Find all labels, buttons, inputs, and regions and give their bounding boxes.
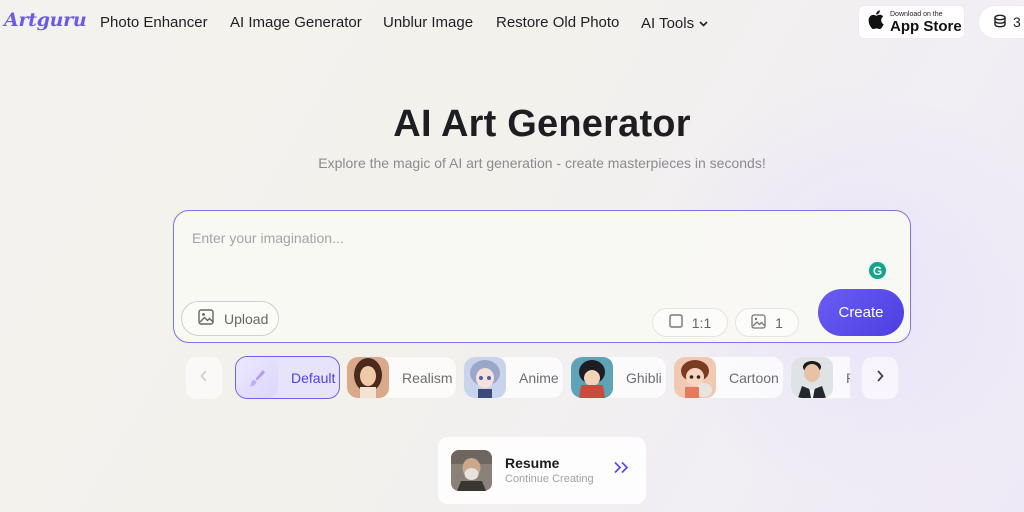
prompt-input[interactable] (192, 226, 852, 250)
realism-thumbnail (347, 357, 389, 398)
style-anime[interactable]: Anime (463, 356, 564, 399)
nav-photo-enhancer[interactable]: Photo Enhancer (100, 14, 208, 31)
resume-title: Resume (505, 455, 560, 471)
app-store-button[interactable]: Download on the App Store (858, 5, 965, 39)
style-label: Cartoon (729, 369, 779, 386)
nav-ai-image-generator[interactable]: AI Image Generator (230, 14, 362, 31)
page-title: AI Art Generator (393, 103, 691, 145)
credits-badge[interactable]: 3 (978, 5, 1024, 39)
prompt-box: G Upload 1:1 1 Create (173, 210, 911, 343)
style-cartoon[interactable]: Cartoon (673, 356, 784, 399)
cartoon-thumbnail (674, 357, 716, 398)
nav-restore-old-photo[interactable]: Restore Old Photo (496, 14, 619, 31)
style-label: Ghibli (626, 369, 662, 386)
create-button[interactable]: Create (818, 289, 904, 336)
coins-icon (993, 14, 1007, 31)
upload-button[interactable]: Upload (181, 301, 279, 336)
styles-next-button[interactable] (862, 357, 898, 399)
style-realism[interactable]: Realism (346, 356, 457, 399)
aspect-ratio-label: 1:1 (691, 314, 712, 331)
square-ratio-icon (669, 314, 683, 331)
resume-thumbnail (451, 450, 492, 491)
chevron-down-icon (699, 14, 708, 31)
nav-unblur-image[interactable]: Unblur Image (383, 14, 473, 31)
image-count-label: 1 (775, 314, 783, 331)
image-count-icon (751, 313, 766, 332)
style-label: Default (291, 369, 336, 386)
anime-thumbnail (464, 357, 506, 398)
style-label: Realism (402, 369, 453, 386)
style-professional[interactable]: P (790, 356, 850, 399)
style-label: P (846, 370, 850, 386)
brush-icon (236, 357, 278, 398)
grammarly-icon[interactable]: G (867, 260, 888, 281)
style-ghibli[interactable]: Ghibli (570, 356, 667, 399)
nav-ai-tools-label: AI Tools (641, 15, 695, 32)
apple-icon (868, 10, 884, 34)
upload-label: Upload (224, 310, 269, 327)
styles-prev-button[interactable] (186, 357, 222, 399)
resume-subtitle: Continue Creating (505, 473, 594, 485)
style-selector: Default Realism Anime Ghibli Cartoon P (234, 356, 850, 400)
credits-count: 3 (1013, 14, 1021, 30)
chevron-left-icon (200, 369, 208, 387)
chevron-right-icon (876, 369, 884, 387)
double-chevron-right-icon (613, 461, 630, 479)
professional-thumbnail (791, 357, 833, 398)
ghibli-thumbnail (571, 357, 613, 398)
aspect-ratio-selector[interactable]: 1:1 (652, 308, 728, 337)
top-nav: Artguru Photo Enhancer AI Image Generato… (0, 0, 1024, 44)
image-count-selector[interactable]: 1 (735, 308, 799, 337)
resume-card[interactable]: Resume Continue Creating (438, 437, 646, 504)
style-default[interactable]: Default (235, 356, 340, 399)
logo[interactable]: Artguru (4, 9, 87, 31)
page-subtitle: Explore the magic of AI art generation -… (318, 155, 766, 171)
style-label: Anime (519, 369, 559, 386)
app-store-big-text: App Store (890, 17, 962, 35)
nav-ai-tools[interactable]: AI Tools (641, 14, 708, 32)
image-upload-icon (198, 309, 215, 328)
